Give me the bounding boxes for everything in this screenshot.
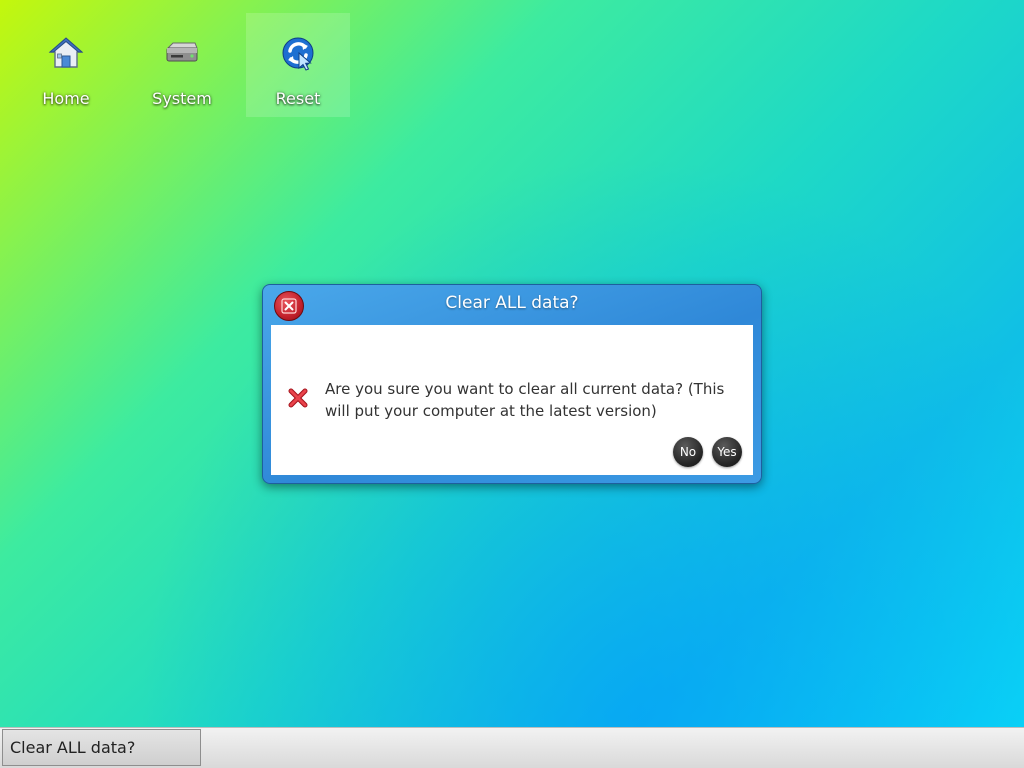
home-icon bbox=[48, 37, 84, 68]
dialog-body: Are you sure you want to clear all curre… bbox=[271, 325, 753, 475]
desktop-icon-system[interactable]: System bbox=[130, 13, 234, 117]
taskbar-item-clear-all-data[interactable]: Clear ALL data? bbox=[2, 729, 201, 766]
dialog-message: Are you sure you want to clear all curre… bbox=[325, 380, 725, 420]
taskbar: Clear ALL data? bbox=[0, 727, 1024, 768]
desktop: Home System Reset Clear ALL data? Are yo… bbox=[0, 0, 1024, 727]
dialog-title: Clear ALL data? bbox=[445, 293, 579, 313]
desktop-icon-label: Home bbox=[42, 89, 90, 108]
desktop-icon-home[interactable]: Home bbox=[14, 13, 118, 117]
refresh-icon bbox=[282, 37, 314, 71]
dialog-window: Clear ALL data? Are you sure you want to… bbox=[262, 284, 762, 484]
desktop-icon-reset[interactable]: Reset bbox=[246, 13, 350, 117]
error-x-icon bbox=[288, 388, 308, 408]
hard-drive-icon bbox=[166, 42, 198, 62]
yes-button[interactable]: Yes bbox=[712, 437, 742, 467]
no-button[interactable]: No bbox=[673, 437, 703, 467]
desktop-icon-label: System bbox=[152, 89, 212, 108]
desktop-icon-label: Reset bbox=[275, 89, 321, 108]
